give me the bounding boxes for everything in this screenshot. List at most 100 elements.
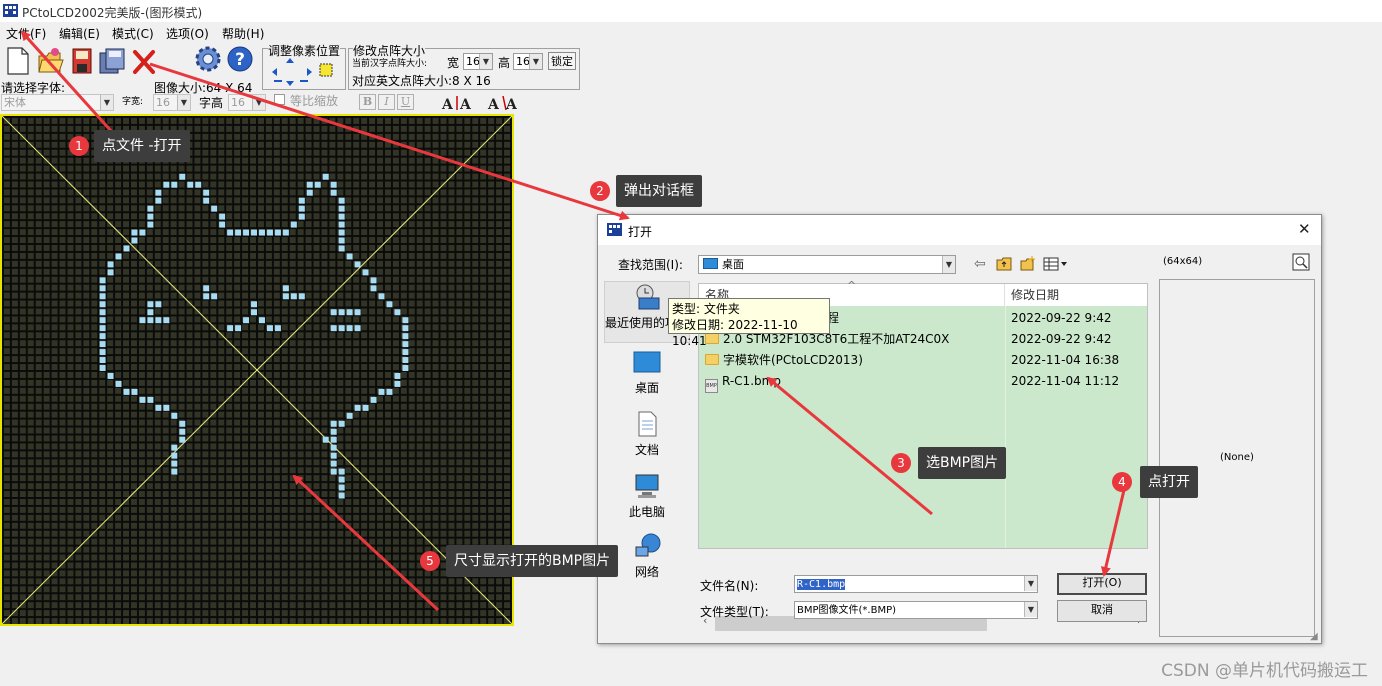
lit-pixel bbox=[354, 404, 361, 411]
lit-pixel bbox=[147, 205, 154, 212]
menu-mode[interactable]: 模式(C) bbox=[112, 25, 154, 42]
new-folder-icon[interactable] bbox=[1020, 256, 1036, 271]
app-title: PCtoLCD2002完美版-(图形模式) bbox=[22, 6, 203, 20]
italic-button[interactable]: I bbox=[378, 94, 395, 110]
lit-pixel bbox=[203, 197, 210, 204]
underline-button[interactable]: U bbox=[397, 94, 414, 110]
flip-vertical-icon[interactable]: A A bbox=[486, 94, 524, 112]
lit-pixel bbox=[147, 213, 154, 220]
flip-horizontal-icon[interactable]: A A bbox=[440, 94, 478, 112]
svg-text:A: A bbox=[505, 97, 518, 112]
folder-icon bbox=[705, 354, 719, 365]
char-height-select[interactable]: 16 ▼ bbox=[228, 94, 266, 111]
lit-pixel bbox=[386, 301, 393, 308]
look-in-select[interactable]: 桌面 ▼ bbox=[698, 255, 956, 274]
lit-pixel bbox=[99, 357, 106, 364]
proportional-checkbox[interactable] bbox=[274, 94, 285, 105]
lit-pixel bbox=[131, 237, 138, 244]
lit-pixel bbox=[251, 309, 257, 316]
annotation-badge-3: 3 bbox=[891, 453, 911, 473]
lit-pixel bbox=[155, 197, 162, 204]
lit-pixel bbox=[147, 301, 154, 308]
close-icon[interactable]: ✕ bbox=[1298, 220, 1311, 238]
gear-icon[interactable] bbox=[194, 44, 222, 74]
resize-grip-icon[interactable]: ◢ bbox=[1310, 631, 1318, 642]
lit-pixel bbox=[362, 404, 369, 411]
lit-pixel bbox=[306, 189, 313, 196]
height-select[interactable]: 16 ▼ bbox=[513, 53, 543, 70]
place-desktop[interactable]: 桌面 bbox=[604, 349, 690, 396]
new-file-icon[interactable] bbox=[4, 46, 32, 76]
lit-pixel bbox=[123, 245, 130, 252]
preview-toggle-icon[interactable] bbox=[1292, 253, 1310, 271]
delete-icon[interactable] bbox=[130, 46, 158, 76]
lit-pixel bbox=[243, 317, 250, 324]
height-label: 高 bbox=[498, 56, 511, 70]
lit-pixel bbox=[330, 309, 337, 316]
open-file-icon[interactable] bbox=[36, 46, 64, 76]
lit-pixel bbox=[203, 189, 210, 196]
column-header-date[interactable]: 修改日期 bbox=[1005, 284, 1147, 306]
menu-file[interactable]: 文件(F) bbox=[6, 25, 46, 42]
menu-options[interactable]: 选项(O) bbox=[166, 25, 209, 42]
lit-pixel bbox=[402, 325, 409, 332]
lit-pixel bbox=[99, 277, 106, 284]
back-arrow-icon[interactable]: ⇦ bbox=[974, 256, 986, 272]
file-row[interactable]: BMP R-C1.bmp 2022-11-04 11:12 bbox=[699, 371, 1147, 393]
help-icon[interactable]: ? bbox=[226, 44, 254, 74]
font-select[interactable]: 宋体 ▼ bbox=[1, 94, 114, 111]
lit-pixel bbox=[274, 325, 281, 332]
lit-pixel bbox=[163, 404, 170, 411]
width-select[interactable]: 16 ▼ bbox=[463, 53, 493, 70]
open-button[interactable]: 打开(O) bbox=[1057, 573, 1147, 595]
place-documents[interactable]: 文档 bbox=[604, 411, 690, 458]
lit-pixel bbox=[354, 325, 361, 332]
lit-pixel bbox=[282, 285, 289, 292]
lit-pixel bbox=[298, 197, 305, 204]
lit-pixel bbox=[274, 229, 281, 236]
char-width-select[interactable]: 16 ▼ bbox=[153, 94, 191, 111]
lit-pixel bbox=[251, 301, 257, 308]
cancel-button[interactable]: 取消 bbox=[1057, 600, 1147, 622]
lit-pixel bbox=[171, 181, 178, 188]
save-as-icon[interactable] bbox=[98, 46, 126, 76]
save-icon[interactable] bbox=[68, 46, 96, 76]
lock-button[interactable]: 锁定 bbox=[548, 52, 576, 70]
lit-pixel bbox=[338, 205, 345, 212]
place-this-pc[interactable]: 此电脑 bbox=[604, 473, 690, 520]
lit-pixel bbox=[306, 181, 313, 188]
center-icon[interactable] bbox=[318, 62, 334, 78]
menu-edit[interactable]: 编辑(E) bbox=[59, 25, 100, 42]
toolbar: ? 调整像素位置 修改点阵大小 当前汉字点阵大小: 宽 16 ▼ 高 16 ▼ … bbox=[0, 42, 1382, 114]
chevron-down-icon: ▼ bbox=[1024, 602, 1037, 617]
lit-pixel bbox=[211, 205, 218, 212]
pixel-grid-canvas[interactable] bbox=[0, 114, 514, 626]
lit-pixel bbox=[179, 436, 186, 443]
up-folder-icon[interactable] bbox=[996, 257, 1012, 271]
place-desktop-label: 桌面 bbox=[634, 381, 659, 395]
lit-pixel bbox=[290, 293, 297, 300]
lit-pixel bbox=[338, 213, 345, 220]
menu-help[interactable]: 帮助(H) bbox=[222, 25, 264, 42]
annotation-badge-5: 5 bbox=[420, 551, 440, 571]
lit-pixel bbox=[402, 357, 409, 364]
file-date: 2022-09-22 9:42 bbox=[1011, 311, 1112, 325]
filetype-select[interactable]: BMP图像文件(*.BMP) ▼ bbox=[794, 601, 1038, 619]
svg-text:A: A bbox=[487, 97, 500, 112]
file-date: 2022-11-04 16:38 bbox=[1011, 353, 1120, 367]
lit-pixel bbox=[330, 189, 337, 196]
lit-pixel bbox=[219, 221, 226, 228]
lit-pixel bbox=[179, 428, 186, 435]
bold-button[interactable]: B bbox=[359, 94, 376, 110]
filename-input[interactable]: R-C1.bmp ▼ bbox=[794, 575, 1038, 593]
english-matrix-label: 对应英文点阵大小:8 X 16 bbox=[352, 74, 491, 88]
lit-pixel bbox=[227, 229, 234, 236]
file-row[interactable]: 字模软件(PCtoLCD2013) 2022-11-04 16:38 bbox=[699, 350, 1147, 371]
lit-pixel bbox=[147, 221, 154, 228]
preview-size: (64x64) bbox=[1163, 256, 1203, 267]
shift-arrows-icon[interactable] bbox=[270, 56, 314, 88]
dialog-title-bar: 打开 ✕ bbox=[598, 215, 1321, 245]
bitmap-drawing bbox=[2, 116, 512, 624]
view-menu-icon[interactable] bbox=[1043, 257, 1069, 271]
tooltip-type: 类型: 文件夹 bbox=[672, 302, 740, 316]
